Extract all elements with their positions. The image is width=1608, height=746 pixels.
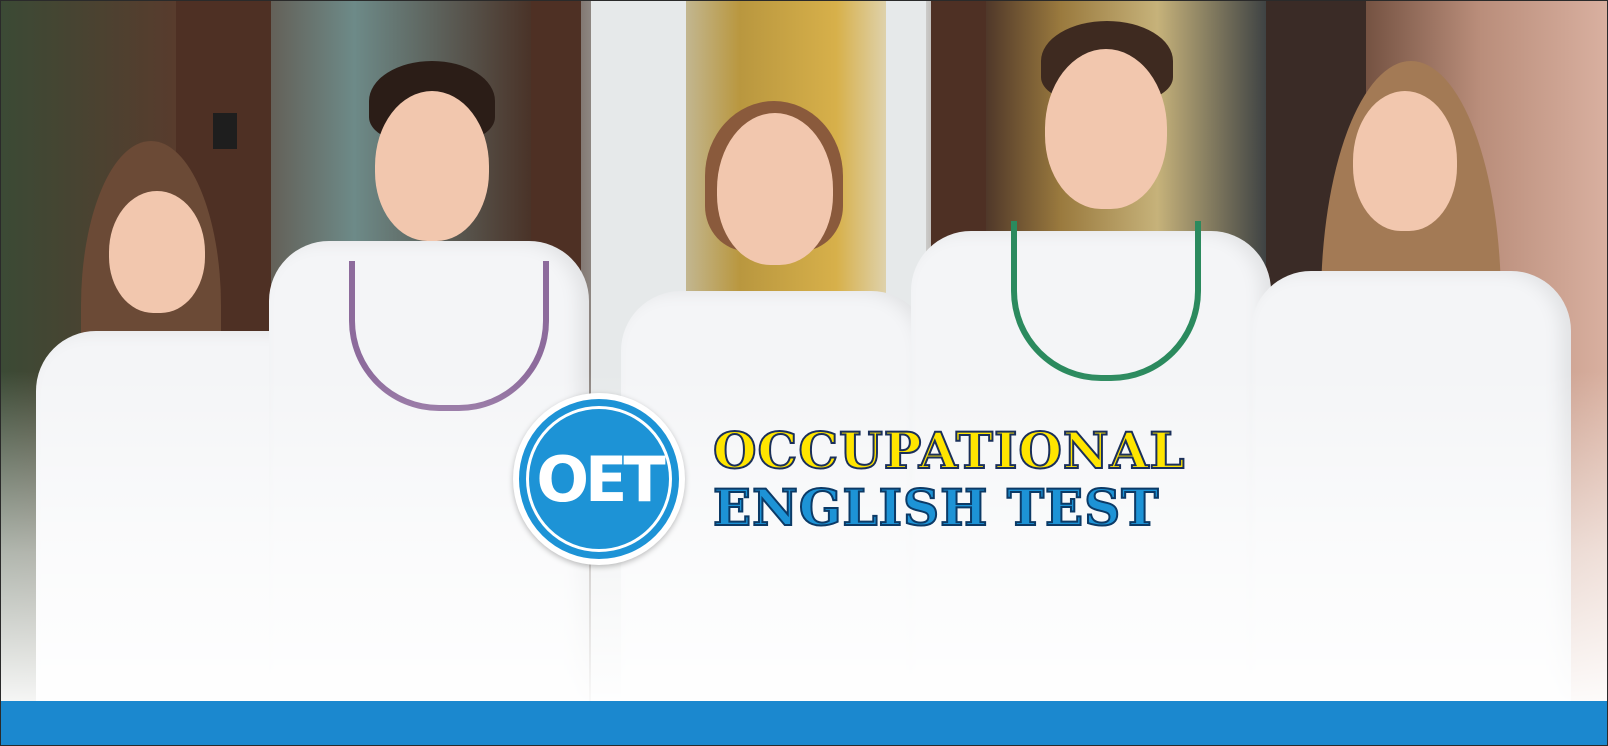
headline-line-1: OCCUPATIONAL — [712, 421, 1186, 480]
medical-students-photo: OET OCCUPATIONAL ENGLISH TEST — [1, 1, 1607, 701]
banner: OET OCCUPATIONAL ENGLISH TEST — [0, 0, 1608, 746]
headline-line-2: ENGLISH TEST — [712, 478, 1160, 537]
face — [1353, 91, 1457, 231]
oet-logo-circle: OET — [519, 399, 679, 559]
oet-logo-text: OET — [536, 442, 665, 516]
oet-logo: OET — [513, 393, 685, 565]
face — [1045, 49, 1167, 209]
face — [717, 113, 833, 265]
face — [109, 191, 205, 313]
footer-bar — [1, 701, 1607, 745]
face — [375, 91, 489, 241]
